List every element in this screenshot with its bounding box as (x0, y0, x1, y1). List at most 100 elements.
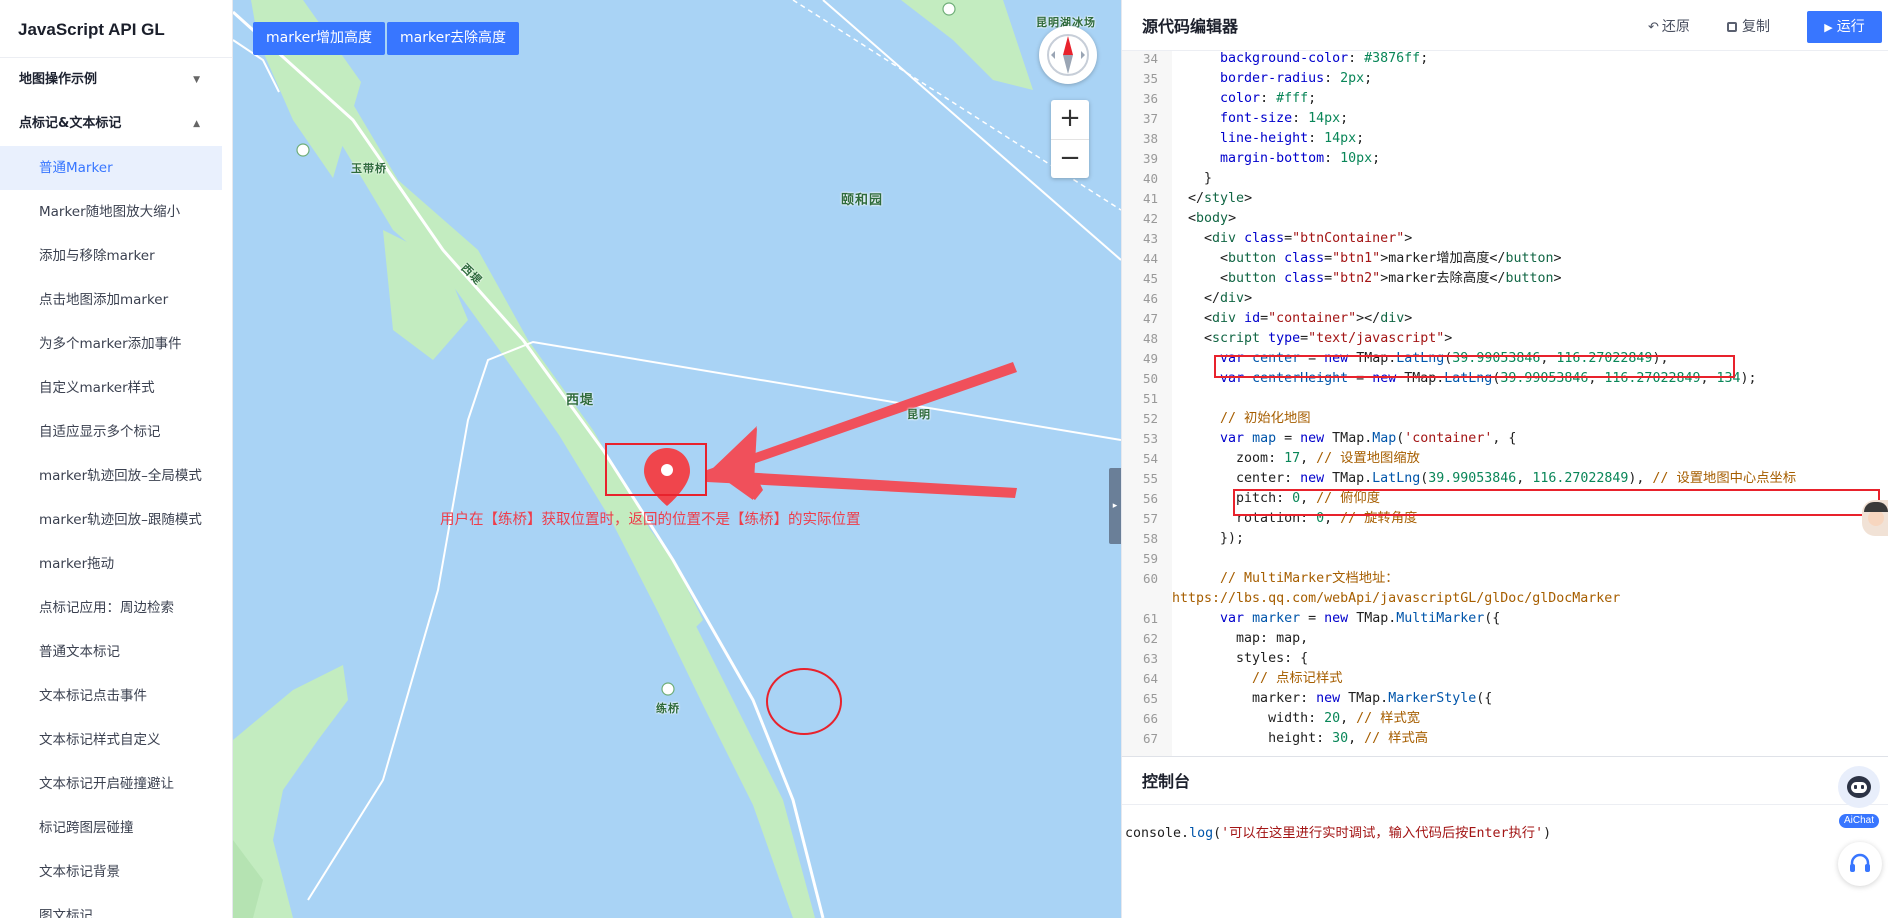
code-token: >marker增加高度</ (1380, 251, 1506, 266)
marker-add-height-button[interactable]: marker增加高度 (253, 22, 385, 55)
sidebar-item[interactable]: Marker随地图放大缩小 (0, 190, 232, 234)
code-token: TMap. (1324, 431, 1373, 446)
code-token: , (1340, 711, 1357, 726)
code-token: = (1300, 611, 1325, 626)
code-token: #3876ff (1364, 51, 1421, 66)
sidebar-item[interactable]: 添加与移除marker (0, 234, 232, 278)
code-token: "btn1" (1332, 251, 1381, 266)
sidebar-item[interactable]: 自定义marker样式 (0, 366, 232, 410)
code-text: }); (1172, 529, 1244, 549)
code-text: marker: new TMap.MarkerStyle({ (1172, 689, 1492, 709)
code-token: margin-bottom (1172, 151, 1325, 166)
code-text: var map = new TMap.Map('container', { (1172, 429, 1516, 449)
headset-icon (1850, 853, 1870, 872)
sidebar-item[interactable]: marker拖动 (0, 542, 232, 586)
sidebar-item[interactable]: 普通文本标记 (0, 630, 232, 674)
sidebar-item[interactable]: 文本标记点击事件 (0, 674, 232, 718)
aichat-button[interactable]: AiChat (1836, 766, 1882, 828)
code-text: <button class="btn2">marker去除高度</button> (1172, 269, 1561, 289)
code-token: // 样式宽 (1356, 711, 1421, 726)
code-token: background-color (1172, 51, 1349, 66)
run-button[interactable]: ▶ 运行 (1807, 11, 1882, 43)
sidebar-item[interactable]: 普通Marker (0, 146, 222, 190)
code-token: class (1244, 231, 1285, 246)
sidebar-item[interactable]: 自适应显示多个标记 (0, 410, 232, 454)
compass-control[interactable] (1039, 26, 1097, 84)
sidebar-item[interactable]: 图文标记 (0, 894, 232, 918)
code-token: ></ (1356, 311, 1381, 326)
code-token: ({ (1476, 691, 1493, 706)
copy-icon (1727, 22, 1737, 32)
code-token: MarkerStyle (1388, 691, 1477, 706)
map-label-yudaiqiao: 玉带桥 (351, 162, 387, 175)
line-number: 44 (1142, 251, 1158, 266)
code-text: <div class="btnContainer"> (1172, 229, 1412, 249)
code-token: script (1212, 331, 1261, 346)
code-token: > (1404, 311, 1413, 326)
zoom-in-button[interactable]: + (1051, 100, 1089, 139)
sidebar-item[interactable]: marker轨迹回放–跟随模式 (0, 498, 232, 542)
line-number: 63 (1142, 651, 1158, 666)
sidebar-item[interactable]: 点标记应用：周边检索 (0, 586, 232, 630)
sidebar-item[interactable]: 标记跨图层碰撞 (0, 806, 232, 850)
code-token: , (1348, 731, 1365, 746)
zoom-out-button[interactable]: − (1051, 139, 1089, 178)
assistant-avatar[interactable] (1862, 500, 1888, 536)
code-line: 37 font-size: 14px; (1122, 109, 1348, 129)
copy-button[interactable]: 复制 (1727, 12, 1770, 42)
panel-collapse-handle[interactable]: ▸ (1109, 468, 1121, 544)
code-token: ; (1420, 51, 1429, 66)
code-token: < (1172, 211, 1197, 226)
code-line: 38 line-height: 14px; (1122, 129, 1364, 149)
console-input-line[interactable]: console.log('可以在这里进行实时调试，输入代码后按Enter执行') (1125, 822, 1551, 841)
code-text: border-radius: 2px; (1172, 69, 1372, 89)
code-token: new (1324, 611, 1349, 626)
sidebar-item[interactable]: 为多个marker添加事件 (0, 322, 232, 366)
line-number: 65 (1142, 691, 1158, 706)
code-text: // 初始化地图 (1172, 409, 1311, 429)
map-view[interactable]: 玉带桥 颐和园 西堤 西堤 练桥 昆明湖冰场 昆明 用户在【练桥】获取位置时，返… (233, 0, 1121, 918)
code-token: > (1228, 211, 1237, 226)
restore-button[interactable]: ↶ 还原 (1648, 12, 1690, 42)
zoom-control: + − (1051, 100, 1089, 178)
code-area[interactable]: 34 background-color: #3876ff; 35 border-r… (1122, 51, 1888, 756)
code-token: zoom: (1172, 451, 1285, 466)
support-button[interactable] (1838, 842, 1882, 886)
code-token: > (1244, 191, 1253, 206)
sidebar-item[interactable]: 文本标记样式自定义 (0, 718, 232, 762)
sidebar-item[interactable]: 文本标记背景 (0, 850, 232, 894)
sidebar-item[interactable]: marker轨迹回放–全局模式 (0, 454, 232, 498)
code-text: } (1172, 169, 1212, 189)
sidebar-item[interactable]: 点击地图添加marker (0, 278, 232, 322)
sidebar-item[interactable]: 文本标记开启碰撞避让 (0, 762, 232, 806)
line-number: 38 (1142, 131, 1158, 146)
code-token: style (1204, 191, 1245, 206)
console-close: ) (1543, 826, 1552, 841)
code-line: 44 <button class="btn1">marker增加高度</butt… (1122, 249, 1562, 269)
chevron-down-icon: ▼ (193, 75, 200, 85)
line-number: 56 (1142, 491, 1158, 506)
code-token: = (1276, 431, 1301, 446)
undo-icon: ↶ (1648, 20, 1659, 35)
code-token: 17 (1284, 451, 1301, 466)
code-token: // MultiMarker文档地址： (1172, 571, 1399, 586)
line-number: 66 (1142, 711, 1158, 726)
code-token: // 设置地图中心点坐标 (1652, 471, 1797, 486)
code-text: <script type="text/javascript"> (1172, 329, 1452, 349)
code-text: <button class="btn1">marker增加高度</button> (1172, 249, 1561, 269)
code-text: </div> (1172, 289, 1252, 309)
code-token: div (1380, 311, 1405, 326)
robot-icon (1838, 766, 1880, 808)
sidebar-group[interactable]: 点标记&文本标记 ▲ (0, 102, 232, 146)
code-token: styles: { (1172, 651, 1309, 666)
code-token: marker: (1172, 691, 1317, 706)
line-number: 45 (1142, 271, 1158, 286)
code-token: }); (1172, 531, 1245, 546)
marker-remove-height-button[interactable]: marker去除高度 (387, 22, 519, 55)
code-text: zoom: 17, // 设置地图缩放 (1172, 449, 1420, 469)
sidebar-group[interactable]: 地图操作示例 ▼ (0, 58, 232, 102)
code-text: // 点标记样式 (1172, 669, 1343, 689)
line-number: 58 (1142, 531, 1158, 546)
marker-highlight-box (605, 443, 707, 496)
